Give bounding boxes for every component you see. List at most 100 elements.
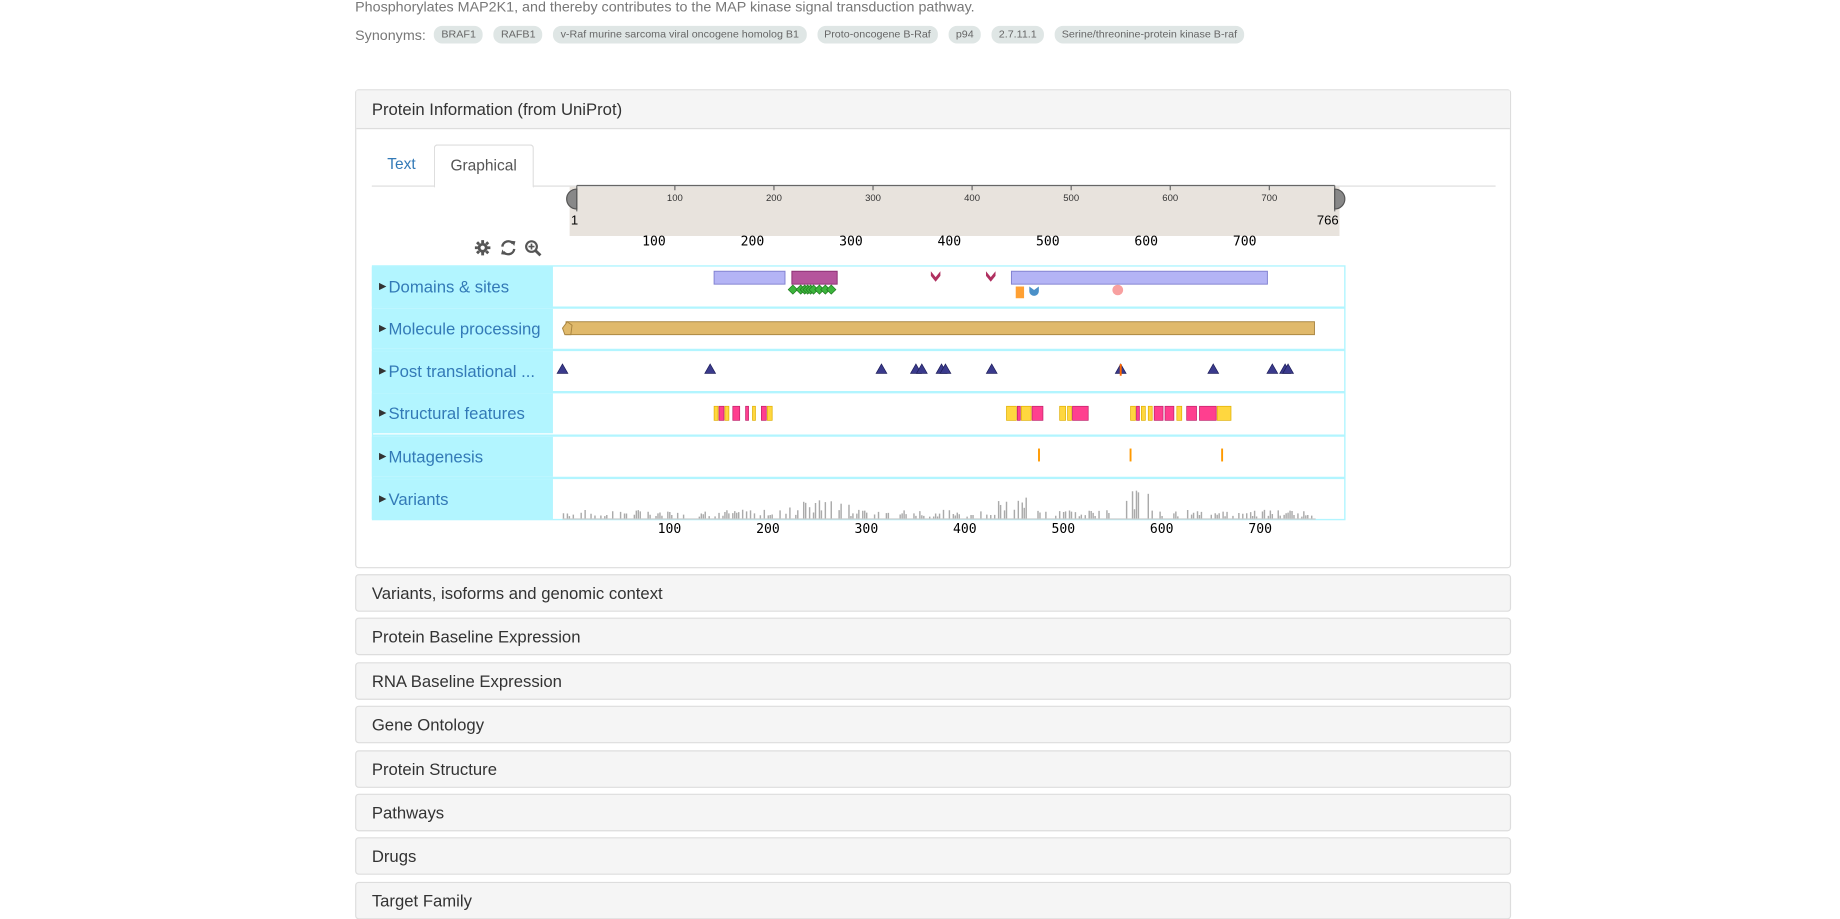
track-label-text: Variants xyxy=(388,489,449,509)
track-label-domains-sites[interactable]: ▶ Domains & sites xyxy=(371,266,553,307)
strand-feature xyxy=(724,405,730,421)
caret-right-icon: ▶ xyxy=(378,365,387,376)
helix-feature xyxy=(1186,405,1197,421)
section-gene-ontology[interactable]: Gene Ontology xyxy=(355,705,1512,744)
top-ruler-tick-label: 500 xyxy=(1036,234,1060,249)
navigator-tick-label: 100 xyxy=(667,193,683,204)
helix-feature xyxy=(1199,405,1217,421)
top-ruler-tick-label: 400 xyxy=(938,234,962,249)
track-label-molecule-processing[interactable]: ▶ Molecule processing xyxy=(371,308,553,349)
ptm-site xyxy=(556,363,569,374)
track-label-text: Molecule processing xyxy=(388,319,541,339)
helix-feature xyxy=(745,405,749,421)
bottom-ruler-tick-label: 400 xyxy=(953,522,977,537)
caret-right-icon: ▶ xyxy=(378,493,387,504)
navigator-tick-label: 200 xyxy=(766,193,782,204)
refresh-icon[interactable] xyxy=(499,240,517,260)
protein-information-header[interactable]: Protein Information (from UniProt) xyxy=(356,90,1510,130)
navigator-tick-label: 700 xyxy=(1261,193,1277,204)
strand-feature xyxy=(1147,405,1153,421)
bottom-ruler-tick-label: 700 xyxy=(1248,522,1272,537)
track-label-text: Structural features xyxy=(388,403,525,423)
bottom-ruler-tick-label: 100 xyxy=(658,522,682,537)
section-protein-structure[interactable]: Protein Structure xyxy=(355,750,1512,788)
strand-feature xyxy=(1176,405,1183,421)
strand-feature xyxy=(1141,405,1146,421)
track-label-post-translational[interactable]: ▶ Post translational ... xyxy=(371,351,553,392)
tab-text[interactable]: Text xyxy=(372,144,431,184)
helix-feature xyxy=(1072,405,1089,421)
helix-feature xyxy=(1136,405,1140,421)
section-title: Protein Structure xyxy=(371,759,498,779)
strand-feature xyxy=(1130,405,1136,421)
initiator-feature xyxy=(561,321,573,336)
zoom-in-icon[interactable] xyxy=(524,240,542,261)
bottom-ruler-tick-label: 200 xyxy=(756,522,780,537)
navigator-tick-label: 300 xyxy=(865,193,881,204)
track-label-text: Mutagenesis xyxy=(388,447,484,467)
domain-feature xyxy=(713,270,786,285)
caret-right-icon: ▶ xyxy=(378,450,387,462)
caret-right-icon: ▶ xyxy=(378,322,387,334)
sequence-end-label: 766 xyxy=(1317,212,1339,227)
strand-feature xyxy=(1006,405,1017,421)
top-ruler-tick-label: 100 xyxy=(642,234,666,249)
protein-feature-viewer: 100 200 300 400 500 600 700 1 766 100 200 300 400 500… xyxy=(371,183,1349,547)
bottom-ruler-tick-label: 500 xyxy=(1051,522,1075,537)
strand-feature xyxy=(752,405,756,421)
navigator-tick-label: 500 xyxy=(1063,193,1079,204)
section-variants-isoforms[interactable]: Variants, isoforms and genomic context xyxy=(355,574,1512,612)
strand-feature xyxy=(1067,405,1072,421)
ptm-site xyxy=(1266,363,1279,374)
sequence-start-label: 1 xyxy=(571,212,578,227)
section-rna-baseline-expression[interactable]: RNA Baseline Expression xyxy=(355,662,1512,700)
synonym-badge: RAFB1 xyxy=(493,25,543,44)
ptm-site xyxy=(1207,363,1220,374)
synonym-badge: p94 xyxy=(948,25,981,44)
top-ruler-tick-label: 300 xyxy=(839,234,863,249)
section-title: Target Family xyxy=(371,891,472,910)
synonym-badge: Proto-oncogene B-Raf xyxy=(816,25,938,44)
bottom-ruler-tick-label: 600 xyxy=(1150,522,1174,537)
strand-feature xyxy=(766,405,773,421)
chain-feature xyxy=(565,321,1315,336)
strand-feature xyxy=(1216,405,1232,421)
site-marker xyxy=(1015,286,1025,299)
synonym-badge: Serine/threonine-protein kinase B-raf xyxy=(1054,25,1245,44)
binding-site xyxy=(826,284,837,295)
ptm-site xyxy=(704,363,717,374)
track-label-structural-features[interactable]: ▶ Structural features xyxy=(371,393,553,434)
top-ruler-tick-label: 200 xyxy=(741,234,765,249)
helix-feature xyxy=(1164,405,1175,421)
strand-feature xyxy=(1059,405,1066,421)
site-marker xyxy=(1112,284,1124,296)
site-marker xyxy=(1029,286,1039,296)
track-label-text: Post translational ... xyxy=(388,361,536,381)
navigator-tick-label: 400 xyxy=(964,193,980,204)
ptm-site xyxy=(875,363,888,374)
navigator-tick-label: 600 xyxy=(1162,193,1178,204)
section-title: Variants, isoforms and genomic context xyxy=(371,583,663,603)
section-protein-baseline-expression[interactable]: Protein Baseline Expression xyxy=(355,617,1512,656)
helix-feature xyxy=(732,405,741,421)
tab-graphical[interactable]: Graphical xyxy=(433,144,534,188)
strand-feature xyxy=(713,405,719,421)
section-title: RNA Baseline Expression xyxy=(371,671,562,691)
protein-info-tabs: Text Graphical xyxy=(371,144,1496,188)
caret-right-icon: ▶ xyxy=(378,407,387,419)
track-label-text: Domains & sites xyxy=(388,277,510,296)
track-label-variants[interactable]: ▶ Variants xyxy=(371,479,553,519)
section-pathways[interactable]: Pathways xyxy=(355,793,1512,832)
protein-description: Phosphorylates MAP2K1, and thereby contr… xyxy=(355,0,975,16)
track-label-mutagenesis[interactable]: ▶ Mutagenesis xyxy=(371,436,553,477)
synonym-badge: BRAF1 xyxy=(434,25,484,44)
section-title: Protein Baseline Expression xyxy=(371,627,581,646)
section-title: Pathways xyxy=(371,803,445,822)
section-target-family[interactable]: Target Family xyxy=(355,881,1512,919)
ptm-site xyxy=(985,363,998,374)
synonyms-label: Synonyms: xyxy=(355,26,426,43)
synonym-badge: v-Raf murine sarcoma viral oncogene homo… xyxy=(553,25,807,44)
gear-icon[interactable] xyxy=(474,240,491,260)
section-drugs[interactable]: Drugs xyxy=(355,837,1512,875)
top-ruler-tick-label: 600 xyxy=(1134,234,1158,249)
